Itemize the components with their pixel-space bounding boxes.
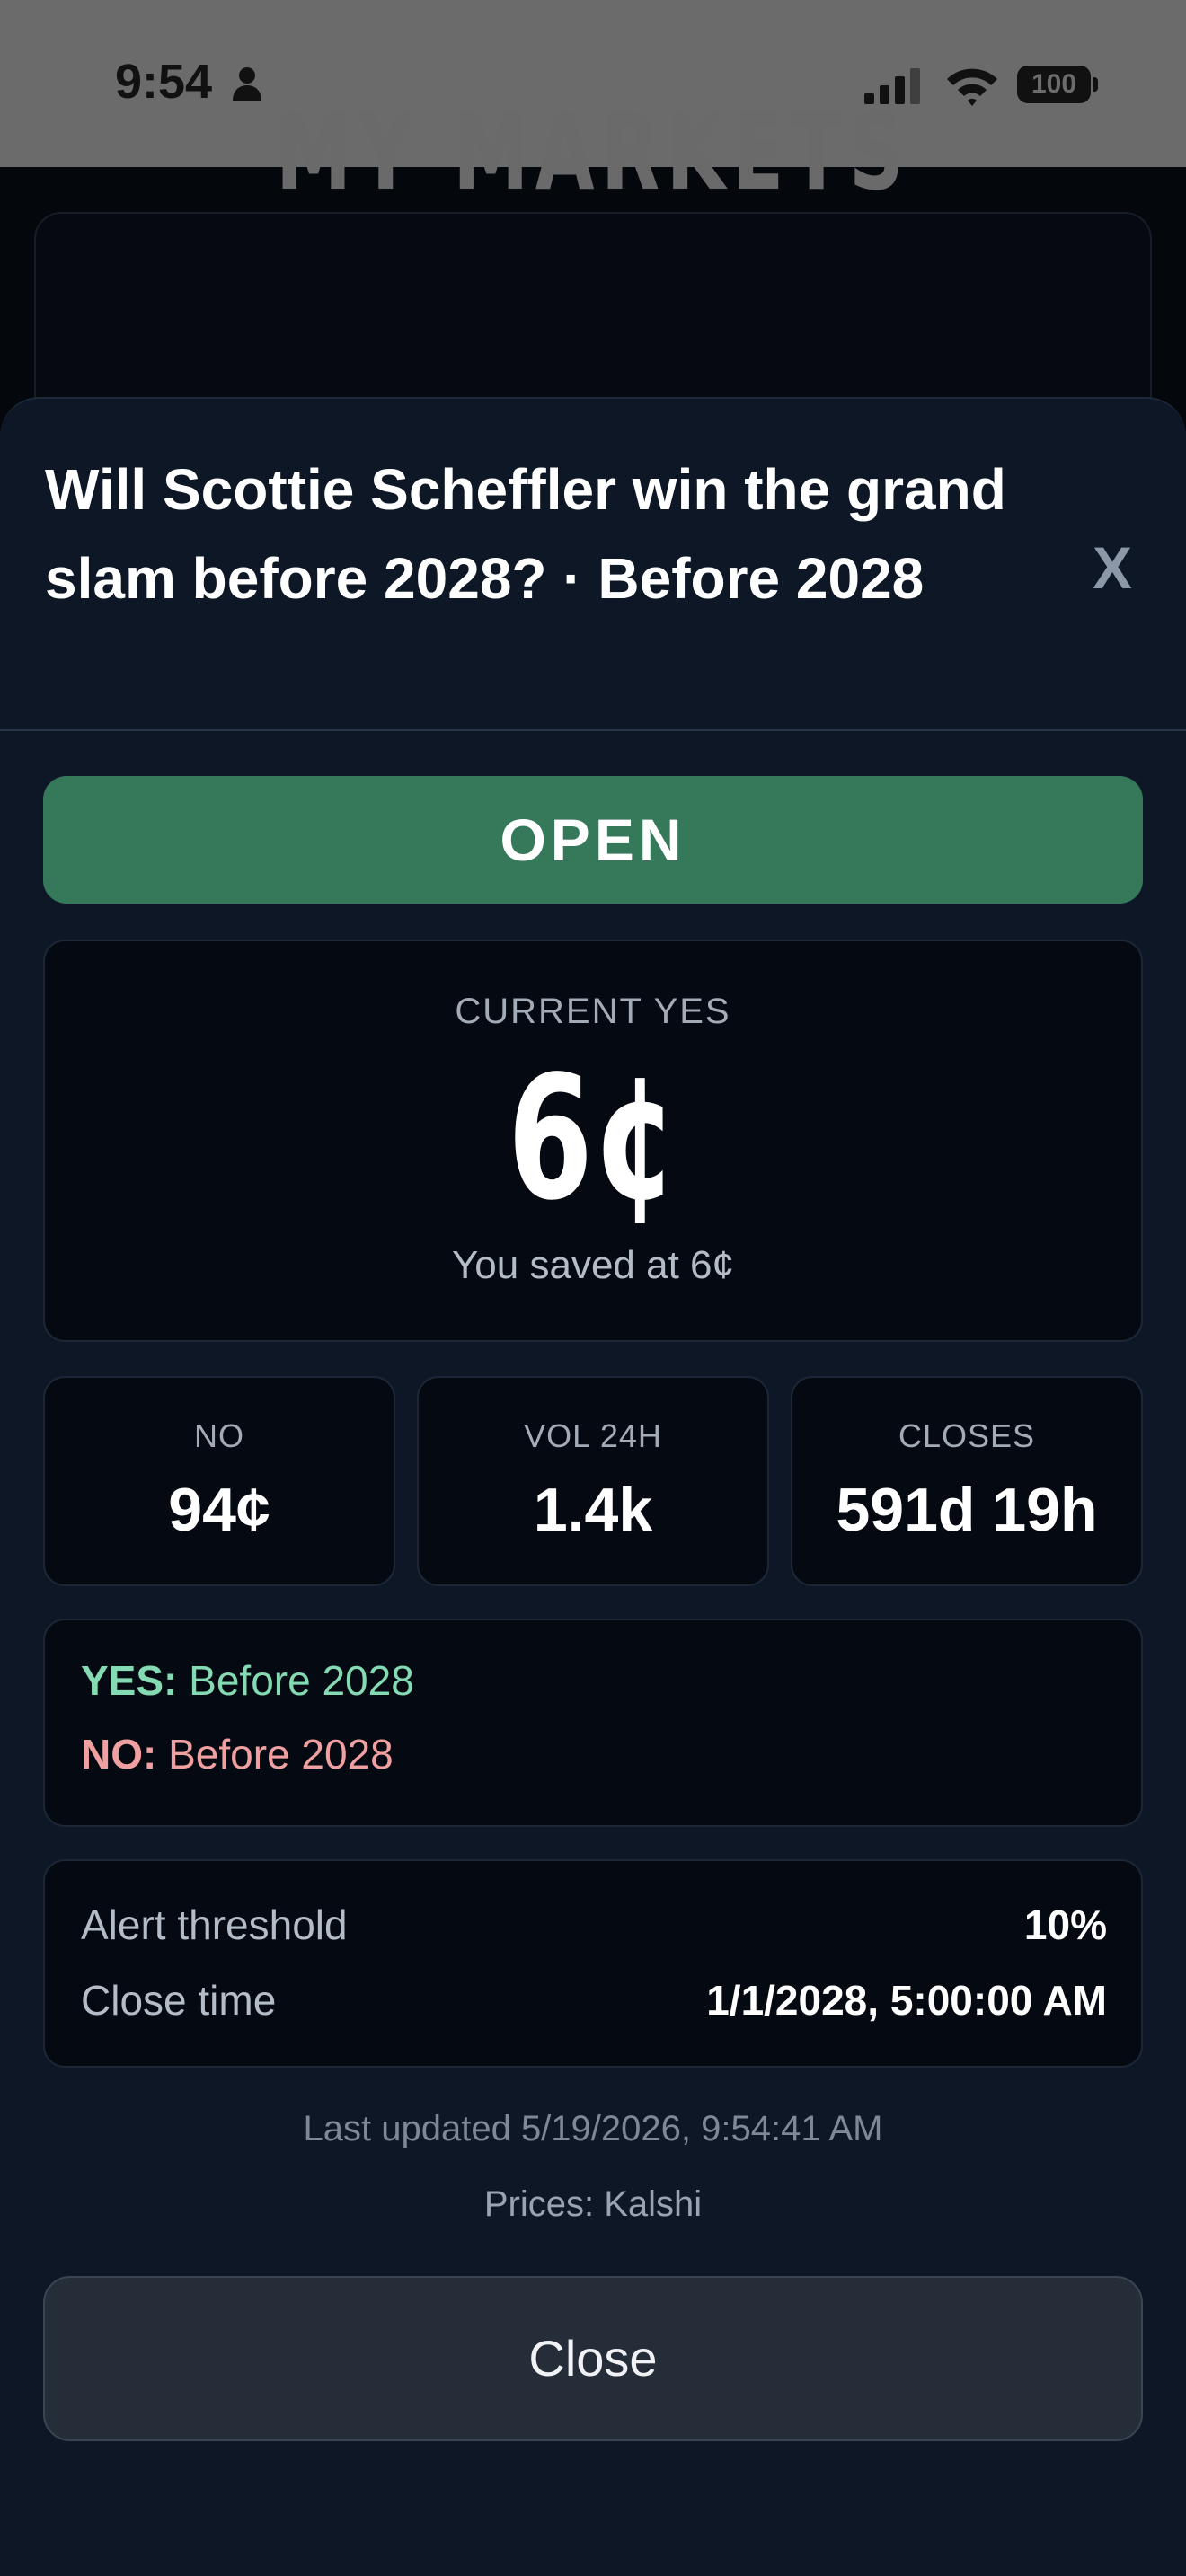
stat-value: 591d 19h <box>836 1476 1098 1544</box>
saved-price-text: You saved at 6¢ <box>452 1243 734 1287</box>
prices-source-text: Prices: Kalshi <box>483 2184 703 2224</box>
stat-closes-card: CLOSES 591d 19h <box>791 1376 1143 1586</box>
market-detail-sheet: Will Scottie Scheffler win the grand sla… <box>0 397 1186 2576</box>
close-time-value: 1/1/2028, 5:00:00 AM <box>706 1977 1107 2024</box>
info-card: Alert threshold 10% Close time 1/1/2028,… <box>43 1859 1143 2068</box>
outcome-yes-key: YES: <box>81 1657 178 1704</box>
close-button[interactable]: Close <box>43 2276 1143 2441</box>
outcome-yes: YES: Before 2028 <box>81 1656 414 1705</box>
last-updated-text: Last updated 5/19/2026, 9:54:41 AM <box>303 2109 883 2148</box>
stat-value: 94¢ <box>168 1476 270 1544</box>
outcomes-card: YES: Before 2028 NO: Before 2028 <box>43 1619 1143 1827</box>
market-title: Will Scottie Scheffler win the grand sla… <box>45 457 1006 611</box>
background-title: MY MARKETS <box>275 90 911 214</box>
outcome-no-value: Before 2028 <box>168 1731 394 1778</box>
alert-threshold-value: 10% <box>1023 1901 1107 1948</box>
current-yes-label: CURRENT YES <box>455 992 731 1031</box>
close-icon[interactable]: X <box>1093 534 1132 602</box>
stat-volume-card: VOL 24H 1.4k <box>417 1376 769 1586</box>
outcome-no-key: NO: <box>81 1731 157 1778</box>
alert-threshold-label: Alert threshold <box>81 1901 348 1948</box>
stat-value: 1.4k <box>533 1476 653 1544</box>
sheet-header: Will Scottie Scheffler win the grand sla… <box>0 399 1186 731</box>
screen: 9:54 100 MY MARKETS Will Scottie Scheffl… <box>0 0 1186 2576</box>
status-badge: OPEN <box>43 776 1143 904</box>
outcome-no: NO: Before 2028 <box>81 1730 394 1778</box>
stat-label: VOL 24H <box>524 1417 662 1454</box>
battery-icon: 100 <box>1017 66 1100 107</box>
battery-level: 100 <box>1031 69 1077 99</box>
stat-label: CLOSES <box>898 1417 1036 1454</box>
stat-label: NO <box>194 1417 244 1454</box>
current-yes-value: 6¢ <box>507 1039 679 1238</box>
close-time-label: Close time <box>81 1977 277 2024</box>
current-yes-card: CURRENT YES 6¢ You saved at 6¢ <box>43 940 1143 1342</box>
stat-no-card: NO 94¢ <box>43 1376 395 1586</box>
outcome-yes-value: Before 2028 <box>189 1657 414 1704</box>
